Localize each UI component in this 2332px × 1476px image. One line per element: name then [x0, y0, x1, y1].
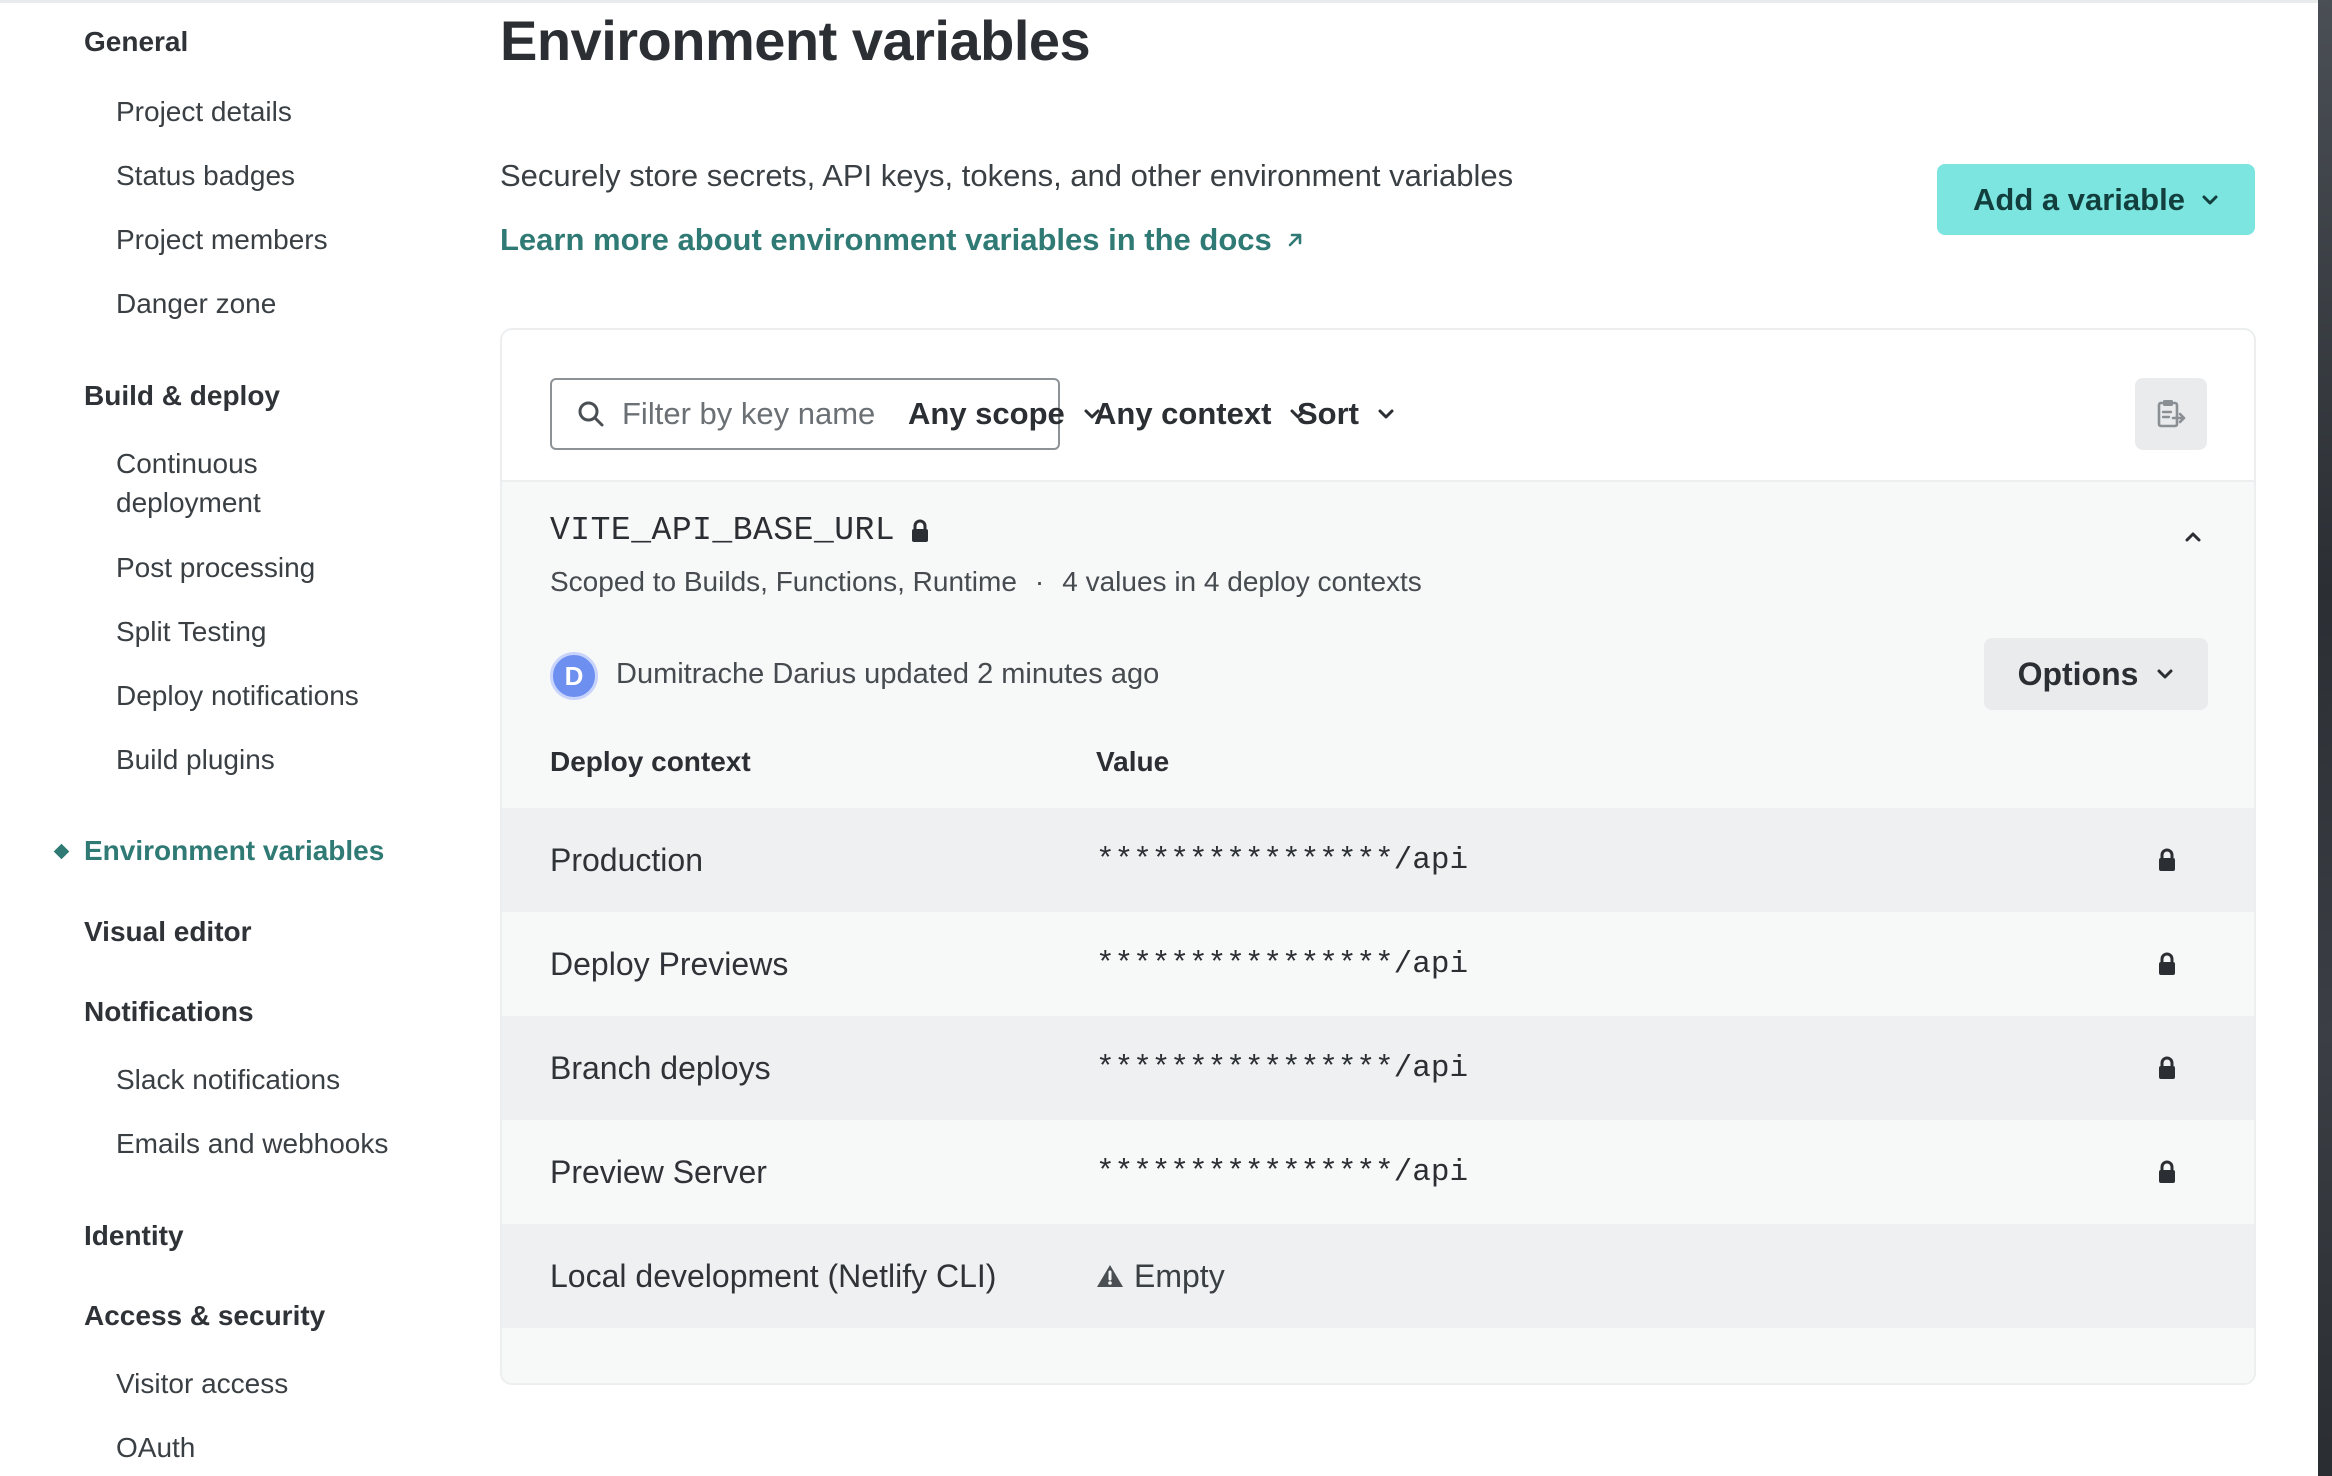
options-label: Options [2017, 655, 2139, 692]
export-variables-button[interactable] [2135, 378, 2207, 450]
options-button[interactable]: Options [1984, 638, 2208, 710]
sidebar-item-visitor-access[interactable]: Visitor access [116, 1364, 288, 1403]
context-cell: Preview Server [550, 1153, 767, 1190]
lock-icon [2159, 1056, 2175, 1079]
settings-sidebar: General Project details Status badges Pr… [0, 0, 470, 1476]
column-header-context: Deploy context [550, 746, 751, 777]
variable-expanded-panel: VITE_API_BASE_URL Scoped to Builds, Func… [502, 482, 2254, 1383]
empty-value-cell[interactable]: Empty [1096, 1258, 1225, 1295]
avatar: D [550, 652, 598, 700]
meta-separator: · [1034, 566, 1045, 597]
scope-dropdown-label: Any scope [908, 396, 1065, 431]
table-row: Deploy Previews ****************/api [502, 912, 2254, 1016]
sidebar-item-split-testing[interactable]: Split Testing [116, 612, 266, 651]
sort-dropdown[interactable]: Sort [1297, 390, 1395, 438]
sidebar-item-danger-zone[interactable]: Danger zone [116, 284, 276, 323]
value-cell[interactable]: ****************/api [1096, 843, 1468, 878]
table-row: Branch deploys ****************/api [502, 1016, 2254, 1120]
value-cell[interactable]: ****************/api [1096, 1051, 1468, 1086]
active-indicator-icon [53, 843, 70, 860]
sidebar-item-status-badges[interactable]: Status badges [116, 156, 295, 195]
clipboard-export-icon [2157, 400, 2186, 428]
docs-link-label: Learn more about environment variables i… [500, 222, 1272, 257]
lock-icon [2159, 1160, 2175, 1183]
add-variable-button[interactable]: Add a variable [1937, 164, 2255, 235]
chevron-down-icon [1378, 409, 1394, 419]
main-content: Environment variables Securely store sec… [500, 0, 2260, 1476]
variable-key[interactable]: VITE_API_BASE_URL [550, 512, 931, 549]
sidebar-section-general[interactable]: General [84, 26, 188, 58]
page: General Project details Status badges Pr… [0, 0, 2332, 1476]
table-row: Production ****************/api [502, 808, 2254, 912]
search-icon [578, 401, 604, 427]
variables-card: Any scope Any context Sort [500, 328, 2256, 1385]
sidebar-item-continuous-deployment[interactable]: Continuous deployment [116, 444, 336, 522]
sidebar-item-build-plugins[interactable]: Build plugins [116, 740, 275, 779]
warning-icon [1097, 1265, 1123, 1287]
sort-dropdown-label: Sort [1297, 396, 1359, 431]
lock-icon [912, 519, 929, 542]
sidebar-section-visual-editor[interactable]: Visual editor [84, 916, 252, 948]
value-cell[interactable]: ****************/api [1096, 1155, 1468, 1190]
sidebar-item-project-members[interactable]: Project members [116, 220, 328, 259]
filter-toolbar: Any scope Any context Sort [502, 330, 2254, 482]
sidebar-item-emails-webhooks[interactable]: Emails and webhooks [116, 1124, 388, 1163]
variable-meta: Scoped to Builds, Functions, Runtime · 4… [550, 566, 1422, 598]
sidebar-item-deploy-notifications[interactable]: Deploy notifications [116, 676, 359, 715]
table-row: Preview Server ****************/api [502, 1120, 2254, 1224]
page-title: Environment variables [500, 9, 1091, 72]
table-row: Local development (Netlify CLI) Empty [502, 1224, 2254, 1328]
context-cell: Branch deploys [550, 1049, 771, 1086]
lock-icon [2159, 848, 2175, 871]
context-cell: Deploy Previews [550, 945, 789, 982]
page-description: Securely store secrets, API keys, tokens… [500, 158, 1514, 193]
docs-link[interactable]: Learn more about environment variables i… [500, 222, 1306, 258]
sidebar-section-notifications[interactable]: Notifications [84, 996, 254, 1028]
chevron-up-icon [2185, 532, 2201, 542]
sidebar-section-build-deploy[interactable]: Build & deploy [84, 380, 280, 412]
scope-dropdown[interactable]: Any scope [908, 390, 1101, 438]
variable-values-summary: 4 values in 4 deploy contexts [1062, 566, 1422, 597]
updated-by-text: Dumitrache Darius updated 2 minutes ago [616, 658, 1160, 690]
add-variable-label: Add a variable [1973, 181, 2185, 217]
chevron-down-icon [2202, 195, 2218, 204]
context-cell: Production [550, 841, 703, 878]
empty-value-label: Empty [1134, 1257, 1225, 1294]
variable-scopes: Scoped to Builds, Functions, Runtime [550, 566, 1017, 597]
sidebar-item-project-details[interactable]: Project details [116, 92, 292, 131]
chevron-down-icon [2157, 669, 2173, 679]
sidebar-item-environment-variables[interactable]: Environment variables [84, 835, 384, 867]
sidebar-section-access-security[interactable]: Access & security [84, 1300, 325, 1332]
context-dropdown[interactable]: Any context [1094, 390, 1307, 438]
desktop-background-edge [2318, 0, 2332, 1476]
sidebar-item-slack-notifications[interactable]: Slack notifications [116, 1060, 340, 1099]
context-dropdown-label: Any context [1094, 396, 1272, 431]
lock-icon [2159, 952, 2175, 975]
sidebar-item-post-processing[interactable]: Post processing [116, 548, 315, 587]
variable-key-text: VITE_API_BASE_URL [550, 512, 896, 549]
column-header-value: Value [1096, 746, 1170, 777]
external-arrow-icon [1288, 233, 1302, 247]
value-cell[interactable]: ****************/api [1096, 947, 1468, 982]
sidebar-section-identity[interactable]: Identity [84, 1220, 184, 1252]
sidebar-item-oauth[interactable]: OAuth [116, 1428, 195, 1467]
collapse-variable-button[interactable] [2178, 522, 2208, 552]
context-cell: Local development (Netlify CLI) [550, 1257, 997, 1294]
